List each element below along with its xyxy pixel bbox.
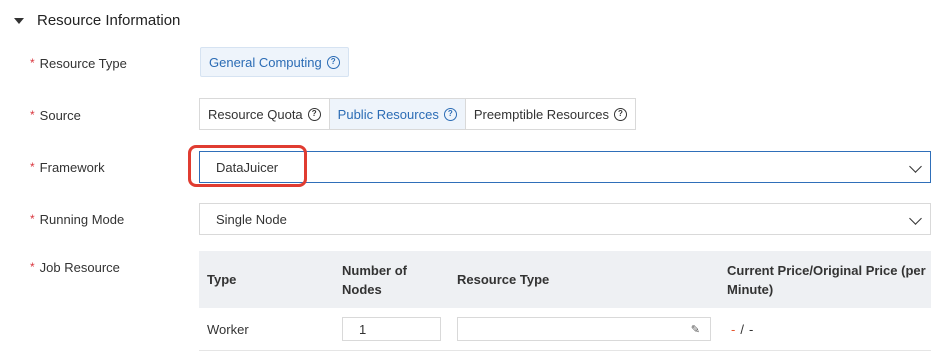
table-row: Worker 1 ✎ - / - (199, 308, 931, 351)
source-option-preemptible-resources[interactable]: Preemptible Resources ? (466, 99, 635, 129)
chevron-down-icon[interactable] (909, 212, 922, 225)
table-header: Type Number of Nodes Resource Type Curre… (199, 251, 931, 308)
resource-type-label: * Resource Type (30, 55, 127, 71)
chevron-down-icon[interactable] (909, 160, 922, 173)
question-circle-icon[interactable]: ? (326, 55, 340, 69)
job-resource-table: Type Number of Nodes Resource Type Curre… (199, 251, 931, 351)
source-option-resource-quota[interactable]: Resource Quota ? (200, 99, 330, 129)
column-header-price: Current Price/Original Price (per Minute… (727, 262, 926, 297)
section-title: Resource Information (37, 11, 181, 29)
price-separator: / (740, 321, 744, 337)
resource-type-input[interactable]: ✎ (457, 317, 711, 341)
row-type: Worker (207, 321, 249, 337)
framework-label: * Framework (30, 159, 105, 175)
required-marker: * (30, 56, 35, 70)
framework-select[interactable]: DataJuicer (199, 151, 931, 183)
required-marker: * (30, 260, 35, 274)
running-mode-label: * Running Mode (30, 211, 125, 227)
price-cell: - / - (731, 308, 753, 350)
required-marker: * (30, 212, 35, 226)
source-option-public-resources[interactable]: Public Resources ? (329, 99, 466, 129)
original-price: - (748, 321, 754, 337)
job-resource-label: * Job Resource (30, 259, 120, 275)
current-price: - (731, 321, 736, 337)
source-label: * Source (30, 107, 81, 123)
required-marker: * (30, 160, 35, 174)
nodes-input[interactable]: 1 (342, 317, 441, 341)
caret-down-icon[interactable] (14, 17, 24, 24)
column-header-type: Type (207, 272, 237, 287)
source-segmented-control: Resource Quota ? Public Resources ? Pree… (199, 98, 636, 130)
column-header-resource-type: Resource Type (457, 272, 550, 287)
running-mode-select[interactable]: Single Node (199, 203, 931, 235)
resource-type-general-computing[interactable]: General Computing ? (200, 47, 349, 77)
pencil-icon[interactable]: ✎ (691, 323, 700, 336)
question-circle-icon[interactable]: ? (613, 107, 627, 121)
section-header-resource-information[interactable]: Resource Information (14, 8, 180, 32)
required-marker: * (30, 108, 35, 122)
question-circle-icon[interactable]: ? (307, 107, 321, 121)
column-header-number-of-nodes: Number of Nodes (342, 262, 407, 297)
question-circle-icon[interactable]: ? (443, 107, 457, 121)
